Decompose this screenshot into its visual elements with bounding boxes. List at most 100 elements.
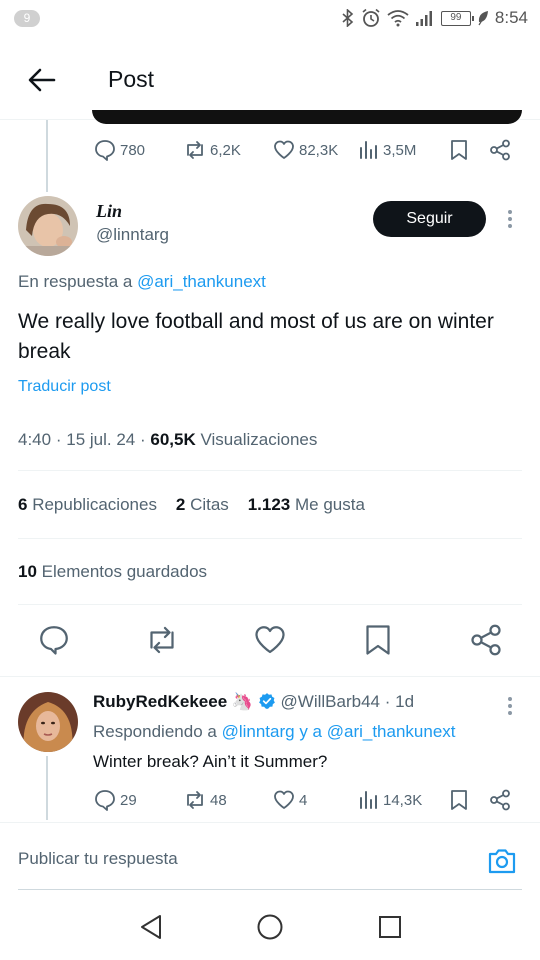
- notification-badge: 9: [14, 10, 40, 27]
- leaf-icon: [477, 10, 489, 26]
- previous-share-button[interactable]: [488, 138, 512, 162]
- reply-reply-count: 29: [120, 791, 137, 809]
- quotes-count: 2: [175, 495, 186, 514]
- previous-reply-button[interactable]: 780: [93, 138, 145, 162]
- previous-like-count: 82,3K: [299, 141, 339, 159]
- bookmarks-label: Elementos guardados: [41, 562, 208, 581]
- share-icon: [471, 624, 501, 656]
- clock-time: 8:54: [494, 8, 528, 27]
- reply-composer[interactable]: Publicar tu respuesta: [0, 822, 540, 890]
- nav-recents-button[interactable]: [375, 912, 405, 942]
- signal-icon: [415, 9, 435, 27]
- comment-icon: [40, 626, 68, 655]
- bookmarks-count: 10: [18, 562, 37, 581]
- avatar[interactable]: [18, 196, 78, 256]
- previous-views-count: 3,5M: [383, 141, 417, 159]
- more-options-icon[interactable]: [507, 210, 513, 231]
- views-icon: [360, 791, 377, 809]
- nav-back-button[interactable]: [136, 912, 166, 942]
- author-avatar-image: [18, 196, 78, 256]
- reposts-count: 6: [18, 495, 28, 514]
- reply-share-button[interactable]: [488, 788, 512, 812]
- nav-home-button[interactable]: [255, 912, 285, 942]
- status-icons: 99 8:54: [341, 6, 528, 30]
- quotes-stat[interactable]: 2 Citas: [176, 495, 229, 514]
- previous-views-button[interactable]: 3,5M: [358, 138, 416, 162]
- reply-input[interactable]: Publicar tu respuesta: [18, 849, 178, 869]
- author-handle[interactable]: @linntarg: [96, 225, 169, 245]
- reply-like-count: 4: [299, 791, 308, 809]
- divider: [18, 538, 522, 539]
- camera-icon: [488, 849, 516, 874]
- share-button[interactable]: [468, 622, 504, 658]
- reply-age: · 1d: [384, 692, 415, 711]
- bookmark-icon: [366, 625, 390, 655]
- heart-icon: [255, 626, 285, 654]
- reply-repost-count: 48: [210, 791, 227, 809]
- reply-bookmark-button[interactable]: [448, 788, 470, 812]
- likes-stat[interactable]: 1.123 Me gusta: [248, 495, 365, 514]
- like-button[interactable]: [252, 622, 288, 658]
- previous-like-button[interactable]: 82,3K: [272, 138, 338, 162]
- thread-line: [46, 120, 48, 192]
- heart-icon: [274, 790, 294, 809]
- unicorn-emoji: 🦄: [231, 692, 254, 711]
- divider: [18, 470, 522, 471]
- previous-repost-button[interactable]: 6,2K: [183, 138, 241, 162]
- post-time[interactable]: 4:40: [18, 430, 51, 449]
- camera-button[interactable]: [486, 845, 518, 877]
- replying-handle-link[interactable]: @linntarg: [222, 722, 295, 741]
- divider: [0, 676, 540, 677]
- top-bar: Post: [0, 38, 540, 120]
- reposts-stat[interactable]: 6 Republicaciones: [18, 495, 157, 514]
- translate-post-link[interactable]: Traducir post: [18, 378, 111, 396]
- repost-icon: [150, 626, 174, 654]
- previous-reply-count: 780: [120, 141, 146, 159]
- reposts-label: Republicaciones: [32, 495, 157, 514]
- views-count: 60,5K: [150, 430, 196, 449]
- post-date[interactable]: 15 jul. 24: [66, 430, 135, 449]
- reply-author-name: RubyRedKekeee: [93, 692, 228, 711]
- reply-to-handle-link[interactable]: @ari_thankunext: [137, 272, 266, 291]
- thread-line: [46, 756, 48, 820]
- repost-button[interactable]: [144, 622, 180, 658]
- reply-author-avatar-image: [18, 692, 78, 752]
- reply-button[interactable]: [36, 622, 72, 658]
- bookmarks-stat[interactable]: 10 Elementos guardados: [18, 562, 207, 582]
- bookmark-button[interactable]: [360, 622, 396, 658]
- reply-repost-button[interactable]: 48: [183, 788, 227, 812]
- likes-label: Me gusta: [294, 495, 365, 514]
- comment-icon: [95, 790, 115, 811]
- wifi-icon: [387, 9, 409, 27]
- reply-author[interactable]: RubyRedKekeee 🦄 @WillBarb44 · 1d: [93, 692, 414, 712]
- repost-icon: [187, 141, 203, 159]
- status-bar: 9 99 8:54: [0, 0, 540, 38]
- bookmark-icon: [451, 140, 467, 160]
- reply-more-options-icon[interactable]: [507, 697, 513, 718]
- quotes-label: Citas: [190, 495, 229, 514]
- repost-icon: [187, 791, 203, 809]
- reply-text: Winter break? Ain’t it Summer?: [93, 752, 328, 771]
- likes-count: 1.123: [247, 495, 291, 514]
- reply-replying-to: Respondiendo a @linntarg y a @ari_thanku…: [93, 722, 456, 742]
- follow-button[interactable]: Seguir: [373, 201, 486, 237]
- system-nav-bar: [0, 890, 540, 960]
- replying-handle-link[interactable]: @ari_thankunext: [327, 722, 456, 741]
- reply-like-button[interactable]: 4: [272, 788, 307, 812]
- reply-avatar[interactable]: [18, 692, 78, 752]
- square-recents-icon: [379, 916, 401, 938]
- previous-post-media[interactable]: [92, 110, 522, 124]
- reply-prefix: En respuesta a: [18, 272, 133, 291]
- author-name[interactable]: Lin: [96, 201, 122, 222]
- arrow-left-icon: [28, 68, 56, 92]
- verified-badge-icon: [258, 693, 275, 709]
- reply-views-button[interactable]: 14,3K: [358, 788, 422, 812]
- battery-icon: 99: [440, 10, 474, 26]
- share-icon: [490, 139, 510, 161]
- meta-separator: ·: [55, 430, 62, 449]
- reply-reply-button[interactable]: 29: [93, 788, 137, 812]
- previous-bookmark-button[interactable]: [448, 138, 470, 162]
- back-button[interactable]: [22, 60, 62, 100]
- circle-home-icon: [257, 914, 283, 940]
- post-text: We really love football and most of us a…: [18, 310, 494, 363]
